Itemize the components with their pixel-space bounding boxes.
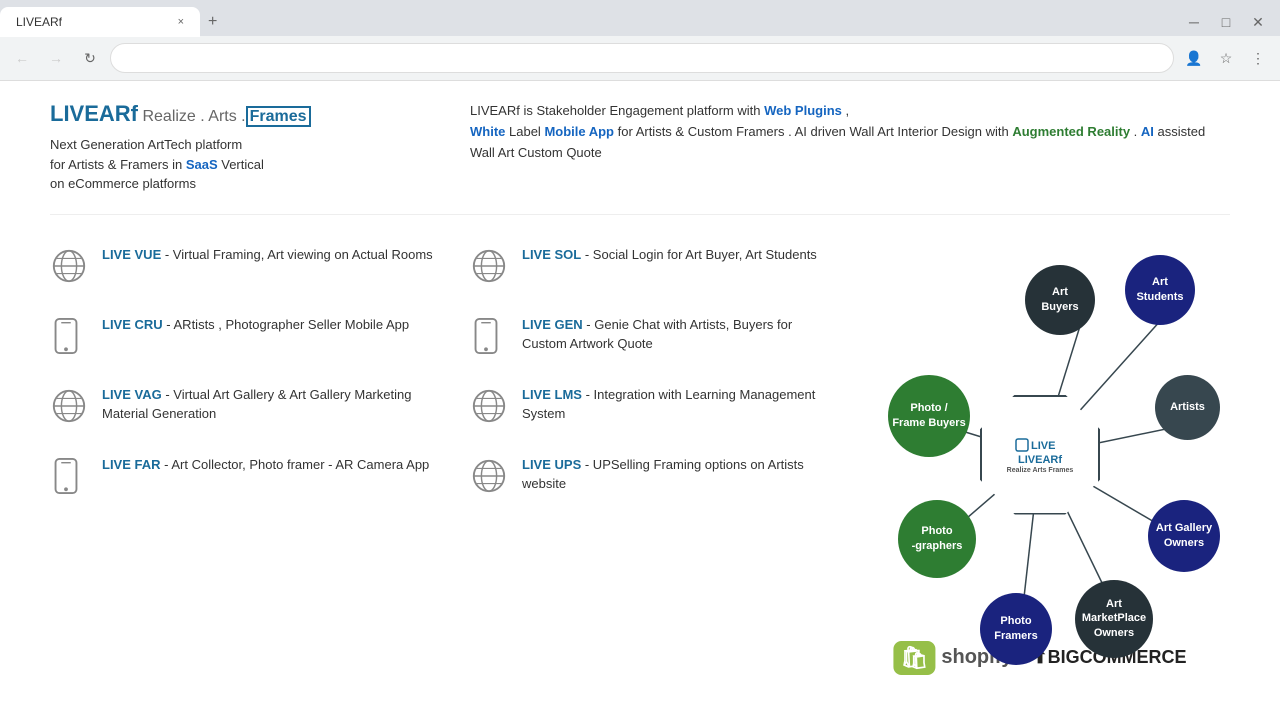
sol-text: LIVE SOL - Social Login for Art Buyer, A… <box>522 245 817 265</box>
svg-text:LIVE: LIVE <box>1031 440 1055 452</box>
logo: LIVEARf Realize . Arts .Frames <box>50 101 430 127</box>
header-section: LIVEARf Realize . Arts .Frames Next Gene… <box>50 101 1230 215</box>
browser-tab[interactable]: LIVEARf × <box>0 7 200 37</box>
service-item-lms: LIVE LMS - Integration with Learning Man… <box>470 385 830 427</box>
minimize-button[interactable]: ─ <box>1180 8 1208 36</box>
node-photo-framers: PhotoFramers <box>980 593 1052 665</box>
tagline-text: Next Generation ArtTech platformfor Arti… <box>50 137 264 191</box>
new-tab-button[interactable]: + <box>200 13 225 31</box>
vue-text: LIVE VUE - Virtual Framing, Art viewing … <box>102 245 433 265</box>
nav-bar: ← → ↻ 👤 ☆ ⋮ <box>0 36 1280 80</box>
forward-button[interactable]: → <box>42 44 70 72</box>
close-window-button[interactable]: ✕ <box>1244 8 1272 36</box>
far-name: LIVE FAR <box>102 457 161 472</box>
header-right: LIVEARf is Stakeholder Engagement platfo… <box>470 101 1230 194</box>
maximize-button[interactable]: □ <box>1212 8 1240 36</box>
logo-live: LIVE <box>50 101 99 126</box>
tab-close-button[interactable]: × <box>178 16 184 28</box>
node-art-marketplace-owners: ArtMarketPlaceOwners <box>1075 580 1153 658</box>
far-icon <box>50 457 90 497</box>
node-photographers: Photo-graphers <box>898 500 976 578</box>
ai-text: AI <box>1141 124 1154 139</box>
page-content: LIVEARf Realize . Arts .Frames Next Gene… <box>0 81 1280 685</box>
sol-icon <box>470 247 510 287</box>
node-art-buyers: ArtBuyers <box>1025 265 1095 335</box>
logo-arf: ARf <box>99 101 138 126</box>
ups-icon <box>470 457 510 497</box>
gen-text: LIVE GEN - Genie Chat with Artists, Buye… <box>522 315 830 354</box>
far-text: LIVE FAR - Art Collector, Photo framer -… <box>102 455 429 475</box>
cru-name: LIVE CRU <box>102 317 163 332</box>
logo-realize: Realize . Arts . <box>138 108 246 125</box>
refresh-button[interactable]: ↻ <box>76 44 104 72</box>
node-artists: Artists <box>1155 375 1220 440</box>
node-photo-frame-buyers: Photo /Frame Buyers <box>888 375 970 457</box>
browser-chrome: LIVEARf × + ─ □ ✕ ← → ↻ 👤 ☆ ⋮ <box>0 0 1280 81</box>
lms-icon <box>470 387 510 427</box>
ups-name: LIVE UPS <box>522 457 581 472</box>
profile-button[interactable]: 👤 <box>1180 44 1208 72</box>
vag-text: LIVE VAG - Virtual Art Gallery & Art Gal… <box>102 385 450 424</box>
cru-text: LIVE CRU - ARtists , Photographer Seller… <box>102 315 409 335</box>
desc-1: LIVEARf is Stakeholder Engagement platfo… <box>470 103 1205 160</box>
service-item-ups: LIVE UPS - UPSelling Framing options on … <box>470 455 830 497</box>
node-art-gallery-owners: Art GalleryOwners <box>1148 500 1220 572</box>
services-section: LIVE VUE - Virtual Framing, Art viewing … <box>50 245 1230 665</box>
service-item-far: LIVE FAR - Art Collector, Photo framer -… <box>50 455 450 497</box>
diagram-container: LIVE LIVEARf Realize Arts Frames ArtBuye… <box>870 245 1210 665</box>
white-text: White <box>470 124 505 139</box>
vag-name: LIVE VAG <box>102 387 162 402</box>
service-item-gen: LIVE GEN - Genie Chat with Artists, Buye… <box>470 315 830 357</box>
logo-frames: Frames <box>246 106 311 127</box>
lms-text: LIVE LMS - Integration with Learning Man… <box>522 385 830 424</box>
center-sub: Realize Arts Frames <box>1007 467 1074 475</box>
vue-name: LIVE VUE <box>102 247 161 262</box>
center-logo-icon: LIVE <box>1015 434 1065 454</box>
browser-nav-icons: 👤 ☆ ⋮ <box>1180 44 1272 72</box>
services-left: LIVE VUE - Virtual Framing, Art viewing … <box>50 245 470 665</box>
bookmark-button[interactable]: ☆ <box>1212 44 1240 72</box>
center-logo: LIVE LIVEARf Realize Arts Frames <box>1007 434 1074 475</box>
vue-icon <box>50 247 90 287</box>
header-left: LIVEARf Realize . Arts .Frames Next Gene… <box>50 101 430 194</box>
gen-icon <box>470 317 510 357</box>
mobile-app-text: Mobile App <box>544 124 614 139</box>
diagram-center: LIVE LIVEARf Realize Arts Frames <box>980 395 1100 515</box>
service-item-cru: LIVE CRU - ARtists , Photographer Seller… <box>50 315 450 357</box>
header-tagline: Next Generation ArtTech platformfor Arti… <box>50 135 430 194</box>
diagram-section: LIVE LIVEARf Realize Arts Frames ArtBuye… <box>850 245 1230 665</box>
menu-button[interactable]: ⋮ <box>1244 44 1272 72</box>
gen-name: LIVE GEN <box>522 317 583 332</box>
ar-text: Augmented Reality <box>1012 124 1130 139</box>
saas-text: SaaS <box>186 157 218 172</box>
service-item-vue: LIVE VUE - Virtual Framing, Art viewing … <box>50 245 450 287</box>
tab-bar: LIVEARf × + ─ □ ✕ <box>0 0 1280 36</box>
back-button[interactable]: ← <box>8 44 36 72</box>
vag-icon <box>50 387 90 427</box>
cru-icon <box>50 317 90 357</box>
web-plugins-text: Web Plugins <box>764 103 842 118</box>
address-bar[interactable] <box>110 43 1174 73</box>
sol-name: LIVE SOL <box>522 247 581 262</box>
services-right: LIVE SOL - Social Login for Art Buyer, A… <box>470 245 850 665</box>
ups-text: LIVE UPS - UPSelling Framing options on … <box>522 455 830 494</box>
tab-title: LIVEARf <box>16 15 62 29</box>
node-art-students: ArtStudents <box>1125 255 1195 325</box>
service-item-vag: LIVE VAG - Virtual Art Gallery & Art Gal… <box>50 385 450 427</box>
center-brand: LIVEARf <box>1018 454 1062 467</box>
lms-name: LIVE LMS <box>522 387 582 402</box>
service-item-sol: LIVE SOL - Social Login for Art Buyer, A… <box>470 245 830 287</box>
